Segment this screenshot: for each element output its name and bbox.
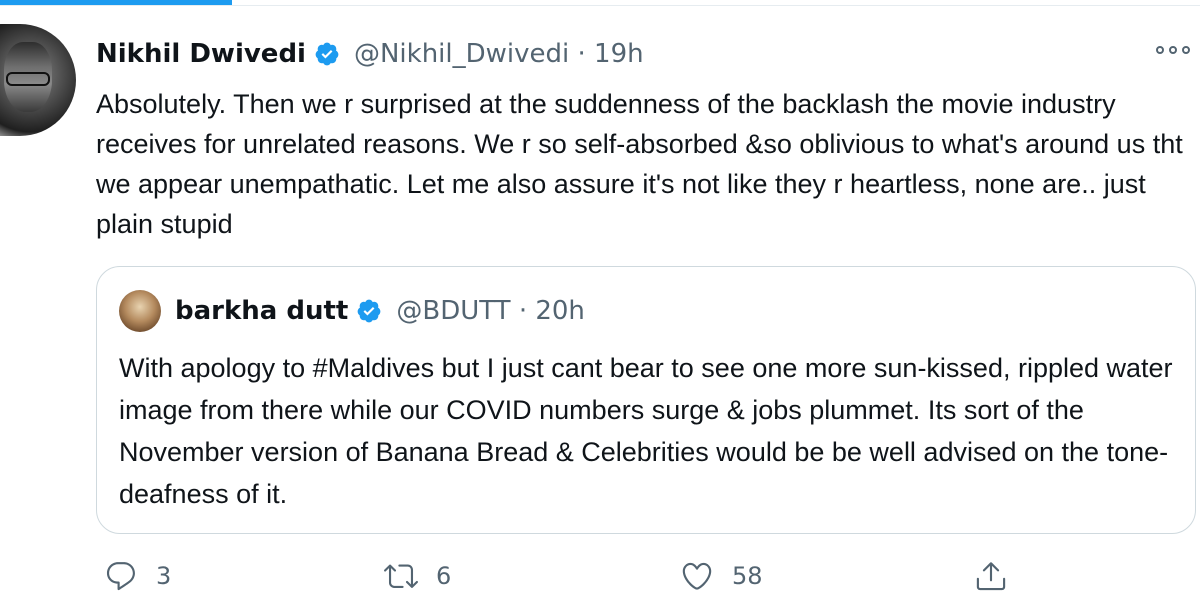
more-options-icon[interactable]: [1156, 40, 1190, 60]
divider: [0, 5, 1200, 6]
verified-badge-icon: [356, 298, 382, 324]
verified-badge-icon: [314, 41, 340, 67]
tweet-header: Nikhil Dwivedi @Nikhil_Dwivedi · 19h: [96, 34, 644, 74]
more-dot: [1156, 46, 1164, 54]
quoted-tweet[interactable]: barkha dutt @BDUTT · 20h With apology to…: [96, 266, 1196, 534]
retweet-icon: [384, 564, 418, 588]
quoted-author-name: barkha dutt: [175, 296, 349, 326]
author-avatar[interactable]: [0, 24, 76, 136]
author-handle-time[interactable]: @Nikhil_Dwivedi · 19h: [354, 39, 644, 69]
retweet-button[interactable]: 6: [384, 558, 451, 594]
like-button[interactable]: 58: [680, 558, 763, 594]
share-icon: [976, 562, 1006, 591]
reply-icon: [106, 562, 135, 591]
reply-count: 3: [156, 562, 172, 590]
reply-button[interactable]: 3: [104, 558, 171, 594]
share-button[interactable]: [974, 558, 1008, 594]
tweet-text: Absolutely. Then we r surprised at the s…: [96, 89, 1183, 239]
avatar-glasses: [6, 72, 50, 86]
tweet-actions: 3 6 58: [0, 552, 1200, 600]
retweet-count: 6: [436, 562, 452, 590]
quoted-tweet-header: barkha dutt @BDUTT · 20h: [119, 290, 585, 332]
more-dot: [1169, 46, 1177, 54]
like-count: 58: [732, 562, 763, 590]
tweet-card: Nikhil Dwivedi @Nikhil_Dwivedi · 19h Abs…: [0, 0, 1200, 600]
quoted-author-handle-time: @BDUTT · 20h: [396, 296, 585, 326]
author-name[interactable]: Nikhil Dwivedi: [96, 39, 306, 69]
like-icon: [682, 562, 712, 590]
quoted-author-avatar: [119, 290, 161, 332]
quoted-tweet-text: With apology to #Maldives but I just can…: [119, 353, 1173, 509]
more-dot: [1182, 46, 1190, 54]
